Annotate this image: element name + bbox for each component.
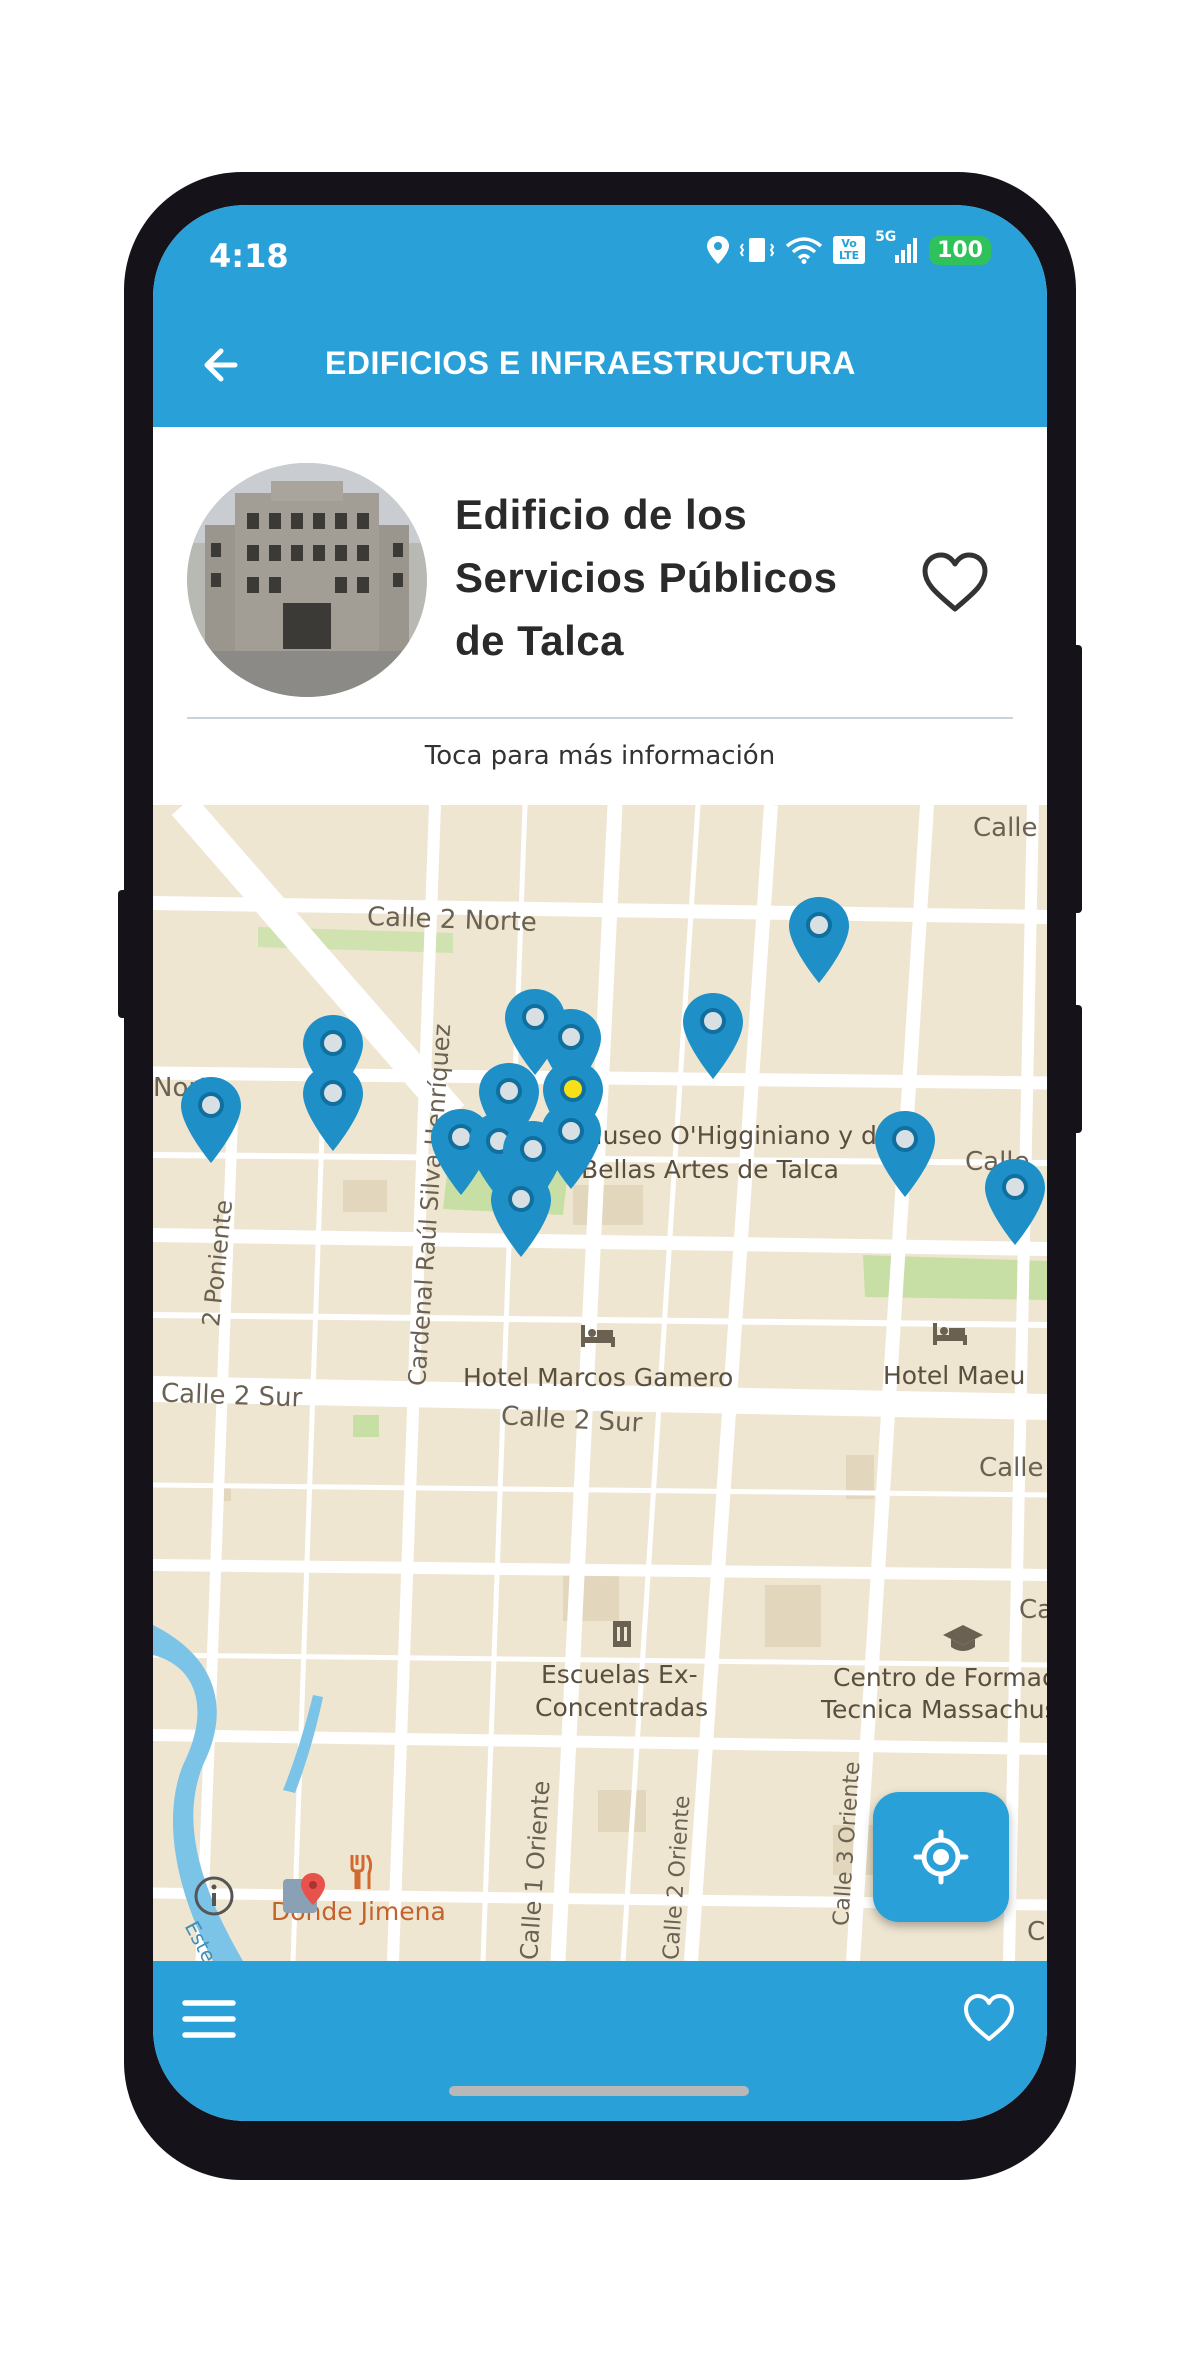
map-pin[interactable]	[983, 1157, 1047, 1247]
heart-outline-icon	[922, 552, 988, 612]
place-photo	[187, 463, 427, 697]
app-bar: EDIFICIOS E INFRAESTRUCTURA	[153, 305, 1047, 427]
street-label-calle-right-4: C	[1027, 1917, 1046, 1947]
status-icons: Vo LTE 5G 100	[707, 229, 991, 265]
vibrate-icon	[739, 238, 775, 262]
phone-power-button	[1072, 1005, 1082, 1133]
poi-label-escuelas-line1: Escuelas Ex-	[541, 1660, 698, 1689]
more-info-hint[interactable]: Toca para más información	[153, 741, 1047, 771]
heart-outline-icon	[964, 1994, 1014, 2041]
google-maps-icon	[283, 1873, 327, 1917]
arrow-left-icon	[204, 348, 238, 382]
wifi-icon	[785, 237, 823, 264]
street-label-calle-2-norte: Calle 2 Norte	[366, 902, 538, 938]
restaurant-icon	[349, 1854, 373, 1891]
place-card[interactable]: Edificio de los Servicios Públicos de Ta…	[153, 427, 1047, 805]
favorite-button[interactable]	[919, 549, 991, 615]
poi-label-centro-line1: Centro de Formación	[833, 1663, 1047, 1692]
map-marker-icon	[683, 993, 743, 1079]
status-time: 4:18	[209, 237, 289, 275]
map-pin[interactable]	[873, 1109, 937, 1199]
map-pin[interactable]	[179, 1075, 243, 1165]
street-label-calle-right-3: Ca	[1019, 1595, 1047, 1625]
volte-badge: Vo LTE	[833, 236, 866, 264]
map-pin[interactable]	[681, 991, 745, 1081]
phone-volume-button	[1072, 645, 1082, 913]
poi-label-centro-line2: Tecnica Massachusetts	[821, 1695, 1047, 1724]
map-marker-icon	[875, 1111, 935, 1197]
locate-me-button[interactable]	[873, 1792, 1009, 1922]
map-view[interactable]: Calle 2 Norte Norte Calle Calle Calle Ca…	[153, 805, 1047, 1984]
street-label-calle-right-2: Calle	[979, 1453, 1044, 1483]
menu-button[interactable]	[179, 1991, 239, 2047]
favorites-nav-button[interactable]	[961, 1991, 1017, 2047]
poi-label-museo-line1: Museo O'Higginiano y de	[581, 1121, 893, 1150]
map-pin[interactable]	[489, 1169, 553, 1259]
poi-label-hotel-marcos-gamero: Hotel Marcos Gamero	[463, 1363, 734, 1392]
map-marker-icon	[491, 1171, 551, 1257]
bottom-nav-bar	[153, 1961, 1047, 2121]
app-screen: 4:18 Vo LTE 5G 100 EDIFICIOS E INFRAESTR…	[153, 205, 1047, 2121]
street-label-calle-2-sur-a: Calle 2 Sur	[160, 1378, 303, 1414]
hotel-icon	[581, 1325, 615, 1347]
cell-signal: 5G	[875, 229, 919, 265]
signal-icon	[895, 238, 918, 263]
status-bar: 4:18 Vo LTE 5G 100	[153, 205, 1047, 305]
street-label-calle-top-right: Calle	[973, 813, 1038, 843]
hotel-icon	[933, 1323, 967, 1345]
hamburger-menu-icon	[182, 2000, 236, 2038]
map-marker-icon	[181, 1077, 241, 1163]
map-pin[interactable]	[787, 895, 851, 985]
poi-label-escuelas-line2: Concentradas	[535, 1693, 709, 1722]
school-icon	[607, 1619, 637, 1649]
map-pin[interactable]	[301, 1063, 365, 1153]
map-marker-icon	[303, 1065, 363, 1151]
map-marker-icon	[789, 897, 849, 983]
location-status-icon	[707, 236, 730, 264]
graduation-cap-icon	[943, 1625, 983, 1653]
poi-label-hotel-maeu: Hotel Maeu	[883, 1361, 1026, 1390]
crosshair-location-icon	[913, 1829, 969, 1885]
poi-label-museo-line2: Bellas Artes de Talca	[581, 1155, 839, 1184]
info-button[interactable]	[193, 1875, 235, 1917]
info-icon	[194, 1876, 234, 1916]
battery-indicator: 100	[929, 235, 991, 265]
place-name: Edificio de los Servicios Públicos de Ta…	[455, 491, 838, 664]
card-divider	[187, 717, 1013, 719]
page-title: EDIFICIOS E INFRAESTRUCTURA	[325, 345, 856, 381]
phone-side-button-left	[118, 890, 128, 1018]
map-marker-icon	[985, 1159, 1045, 1245]
back-button[interactable]	[193, 335, 253, 395]
home-indicator	[449, 2086, 749, 2096]
